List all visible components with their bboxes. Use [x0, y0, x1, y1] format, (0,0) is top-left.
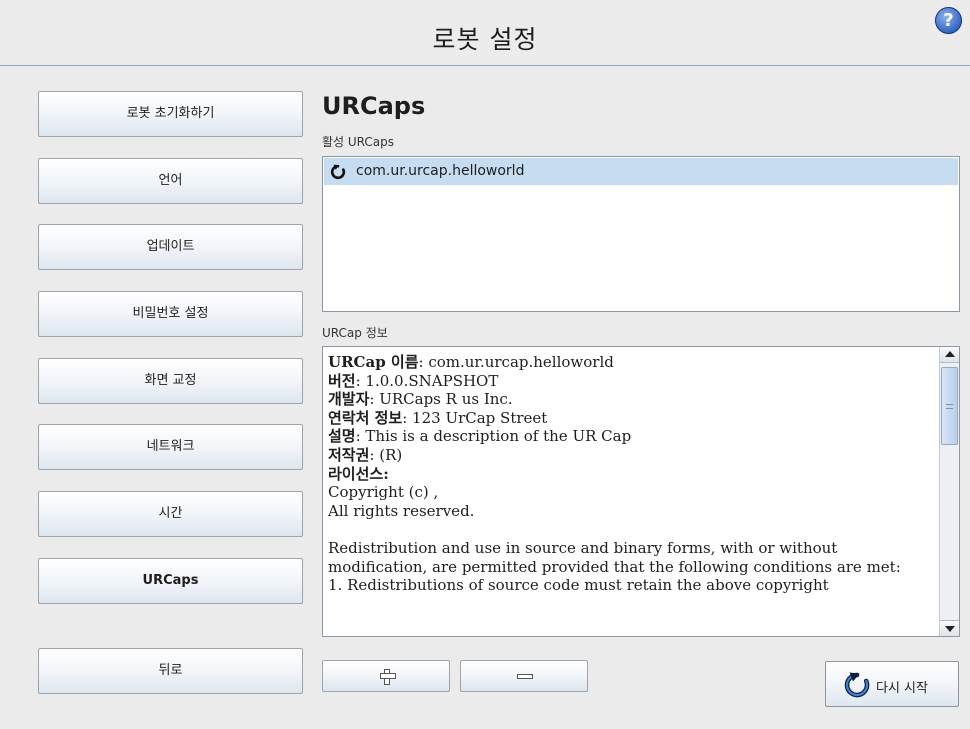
info-line-name: URCap 이름: com.ur.urcap.helloworld — [328, 353, 614, 371]
sidebar-item-urcaps[interactable]: URCaps — [38, 558, 303, 604]
sidebar-item-initialize-robot[interactable]: 로봇 초기화하기 — [38, 91, 303, 137]
page-title: 로봇 설정 — [432, 25, 538, 54]
remove-urcap-button[interactable] — [460, 660, 588, 692]
sidebar-item-set-password[interactable]: 비밀번호 설정 — [38, 291, 303, 337]
sidebar-item-language[interactable]: 언어 — [38, 158, 303, 204]
sidebar-item-time[interactable]: 시간 — [38, 491, 303, 537]
info-line-description: 설명: This is a description of the UR Cap — [328, 427, 632, 446]
refresh-icon — [844, 672, 870, 698]
info-line-version: 버전: 1.0.0.SNAPSHOT — [328, 371, 499, 390]
info-scrollbar[interactable] — [939, 347, 959, 636]
section-title: URCaps — [322, 92, 426, 120]
active-urcaps-list[interactable]: com.ur.urcap.helloworld — [322, 156, 960, 312]
urcap-info-label: URCap 정보 — [322, 326, 388, 340]
grip-icon — [946, 404, 953, 409]
help-icon[interactable]: ? — [935, 7, 962, 34]
license-paragraph: 1. Redistributions of source code must r… — [328, 576, 829, 595]
license-line: Copyright (c) , — [328, 483, 439, 502]
list-item[interactable]: com.ur.urcap.helloworld — [324, 158, 958, 185]
add-urcap-button[interactable] — [322, 660, 450, 692]
arrow-up-icon — [945, 351, 955, 357]
sidebar-item-calibrate-screen[interactable]: 화면 교정 — [38, 358, 303, 404]
restart-button[interactable]: 다시 시작 — [825, 661, 959, 707]
urcap-name: com.ur.urcap.helloworld — [356, 163, 525, 179]
info-line-license: 라이선스: — [328, 464, 389, 483]
active-urcaps-label: 활성 URCaps — [322, 135, 395, 149]
info-line-vendor: 개발자: URCaps R us Inc. — [328, 390, 513, 409]
plus-icon — [380, 669, 396, 685]
arrow-down-icon — [945, 626, 955, 632]
minus-icon — [517, 674, 533, 679]
urcap-info-panel[interactable]: URCap 이름: com.ur.urcap.helloworld 버전: 1.… — [322, 346, 960, 637]
scroll-up-button[interactable] — [940, 347, 959, 363]
license-line: All rights reserved. — [328, 501, 475, 520]
back-button[interactable]: 뒤로 — [38, 648, 303, 694]
sidebar-item-update[interactable]: 업데이트 — [38, 224, 303, 270]
info-line-contact: 연락처 정보: 123 UrCap Street — [328, 408, 548, 427]
urcap-info-text: URCap 이름: com.ur.urcap.helloworld 버전: 1.… — [328, 353, 936, 595]
license-paragraph: Redistribution and use in source and bin… — [328, 538, 901, 576]
refresh-icon — [330, 164, 346, 180]
info-line-copyright: 저작권: (R) — [328, 445, 403, 464]
scroll-thumb[interactable] — [941, 367, 958, 445]
sidebar-item-network[interactable]: 네트워크 — [38, 424, 303, 470]
scroll-down-button[interactable] — [940, 620, 959, 636]
title-bar: 로봇 설정 ? — [0, 0, 970, 66]
restart-label: 다시 시작 — [876, 681, 928, 696]
